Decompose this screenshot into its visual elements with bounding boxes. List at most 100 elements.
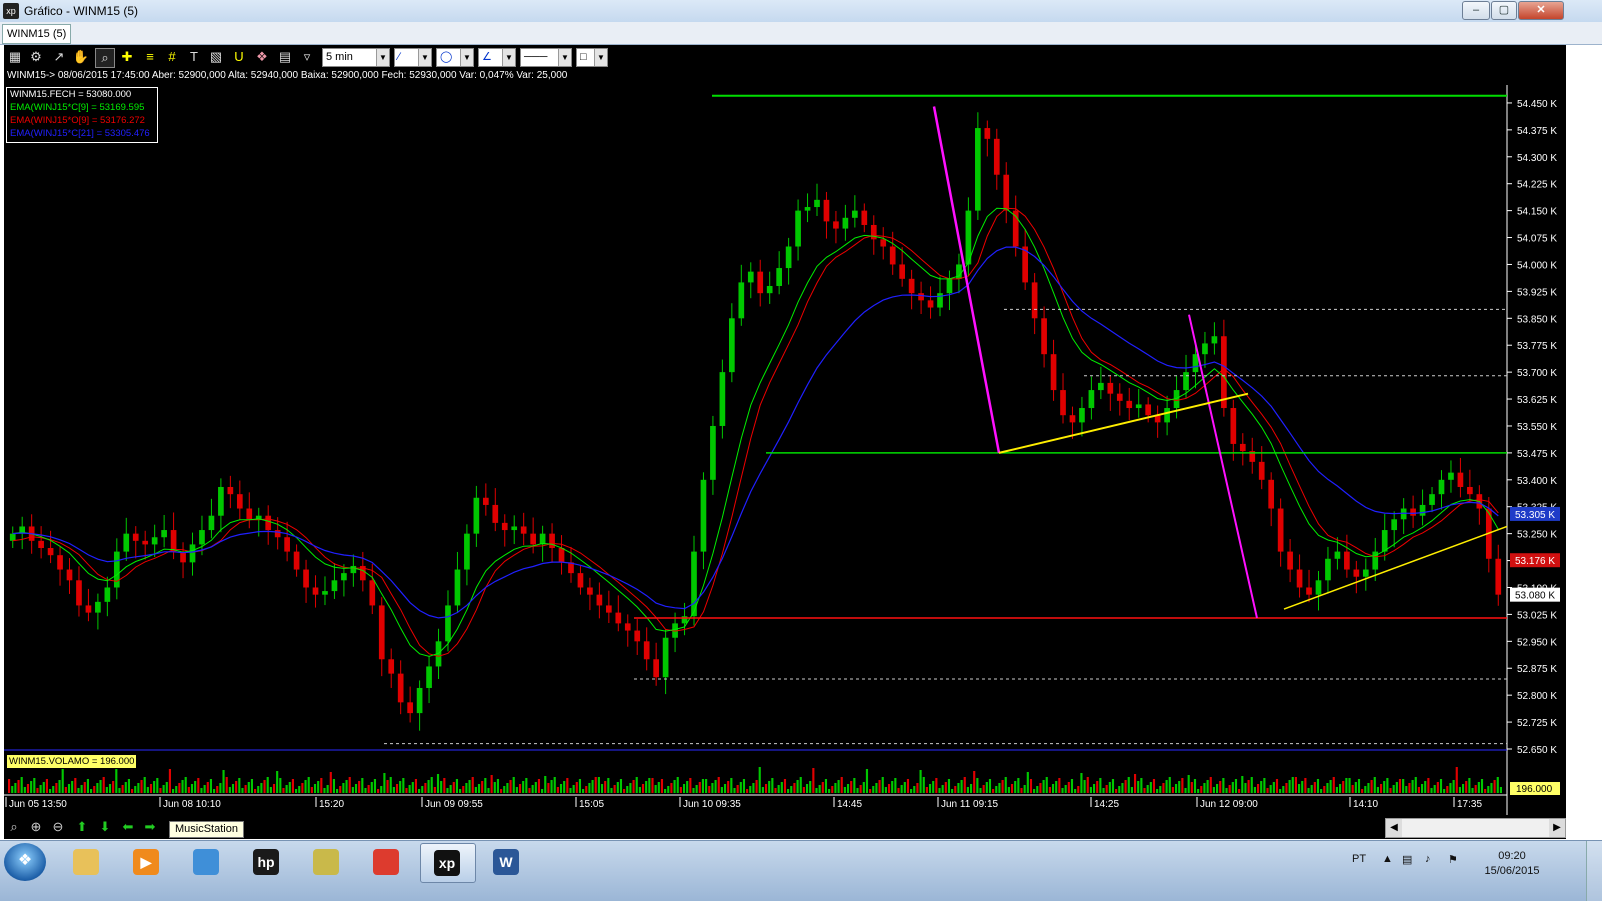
volume-bar bbox=[1376, 787, 1379, 793]
fan-tool-select[interactable]: ∠ ▼ bbox=[478, 48, 516, 67]
candle-body bbox=[870, 224, 877, 240]
arrow-right-icon[interactable]: ➡ bbox=[142, 819, 158, 835]
candle-body bbox=[1135, 404, 1142, 409]
volume-bar bbox=[1156, 789, 1159, 793]
close-button[interactable]: ✕ bbox=[1518, 1, 1564, 20]
interval-select[interactable]: 5 min ▼ bbox=[322, 48, 390, 67]
clipboard-icon[interactable]: ▤ bbox=[276, 48, 294, 66]
taskbar-app-printer[interactable] bbox=[300, 843, 354, 881]
volume-bar bbox=[93, 786, 96, 793]
text-icon[interactable]: T bbox=[185, 48, 203, 66]
y-tick-label: 53.250 K bbox=[1517, 530, 1557, 541]
gear-icon[interactable]: ⚙ bbox=[27, 48, 45, 66]
volume-bar bbox=[39, 785, 42, 793]
taskbar-app-xp-app[interactable]: xp bbox=[420, 843, 476, 883]
candle-body bbox=[1306, 587, 1312, 595]
volume-bar bbox=[383, 773, 386, 793]
taskbar-app-media-player[interactable]: ▶ bbox=[120, 843, 174, 881]
indicator-icon[interactable]: ↗ bbox=[50, 48, 68, 66]
color-select[interactable]: □ ▼ bbox=[576, 48, 608, 67]
candle-body bbox=[1287, 551, 1293, 570]
scroll-right-icon[interactable]: ▶ bbox=[1549, 819, 1565, 837]
chart-icon[interactable]: ▦ bbox=[6, 48, 24, 66]
y-tick-label: 54.150 K bbox=[1517, 207, 1557, 218]
magnet-icon[interactable]: U bbox=[230, 48, 248, 66]
tab-winm15[interactable]: WINM15 (5) bbox=[2, 24, 72, 44]
volume-bar bbox=[490, 775, 493, 793]
candle-body bbox=[766, 285, 773, 294]
language-indicator[interactable]: PT bbox=[1352, 853, 1366, 865]
minimize-button[interactable]: – bbox=[1462, 1, 1490, 20]
candlestick-chart[interactable]: 54.450 K 54.375 K 54.300 K 54.225 K 54.150 K… bbox=[4, 85, 1566, 831]
taskbar-app-word[interactable]: W bbox=[480, 843, 534, 881]
horizontal-scrollbar[interactable]: ◀ ▶ bbox=[1385, 818, 1566, 838]
start-button[interactable]: ❖ bbox=[4, 843, 46, 881]
volume-bar bbox=[1029, 779, 1033, 793]
line-tool-select[interactable]: ∕ ▼ bbox=[394, 48, 432, 67]
taskbar-app-explorer[interactable] bbox=[60, 843, 114, 881]
volume-bar bbox=[660, 779, 664, 793]
volume-bar bbox=[541, 789, 544, 793]
volume-bar bbox=[197, 778, 200, 793]
candle-body bbox=[1183, 372, 1189, 391]
volume-bar bbox=[310, 787, 313, 793]
show-hidden-icons-icon[interactable]: ▲ bbox=[1382, 853, 1393, 865]
candle-body bbox=[161, 530, 167, 538]
calculator-icon[interactable]: ▧ bbox=[207, 48, 225, 66]
maximize-button[interactable]: ▢ bbox=[1491, 1, 1517, 20]
volume-bar bbox=[506, 783, 509, 793]
volume-bar bbox=[1436, 782, 1439, 793]
candle-body bbox=[66, 569, 73, 581]
hand-icon[interactable]: ✋ bbox=[72, 48, 90, 66]
volume-bar bbox=[1351, 785, 1354, 793]
candle-body bbox=[1438, 479, 1445, 495]
line-icon[interactable]: ≡ bbox=[141, 48, 159, 66]
arrow-left-icon[interactable]: ⬅ bbox=[120, 819, 136, 835]
zoom-out-icon[interactable]: ⊖ bbox=[50, 819, 66, 835]
volume-bar bbox=[1266, 788, 1269, 793]
candle-body bbox=[861, 210, 868, 225]
volume-bar bbox=[127, 779, 131, 793]
show-desktop-button[interactable] bbox=[1586, 841, 1602, 901]
arrow-down-icon[interactable]: ⬇ bbox=[97, 819, 113, 835]
arrow-up-icon[interactable]: ⬆ bbox=[74, 819, 90, 835]
taskbar-app-network[interactable] bbox=[180, 843, 234, 881]
volume-bar bbox=[1004, 777, 1007, 793]
system-clock[interactable]: 09:20 15/06/2015 bbox=[1472, 849, 1552, 879]
volume-bar bbox=[14, 783, 17, 793]
volume-bar bbox=[629, 783, 632, 793]
grid-icon[interactable]: # bbox=[163, 48, 181, 66]
filter-icon[interactable]: ▿ bbox=[298, 48, 316, 66]
volume-bar bbox=[667, 786, 670, 793]
candle-body bbox=[492, 504, 499, 523]
volume-bar bbox=[336, 789, 339, 793]
scroll-left-icon[interactable]: ◀ bbox=[1386, 819, 1402, 837]
zoom-in-icon[interactable]: ⊕ bbox=[28, 819, 44, 835]
zoom-icon[interactable]: ⌕ bbox=[95, 48, 115, 68]
taskbar-app-hp[interactable]: hp bbox=[240, 843, 294, 881]
signal-icon[interactable]: ▤ bbox=[1402, 853, 1412, 866]
volume-bar bbox=[1203, 783, 1206, 793]
volume-bar bbox=[1133, 774, 1137, 793]
ellipse-tool-select[interactable]: ◯ ▼ bbox=[436, 48, 474, 67]
tag-icon[interactable]: ❖ bbox=[253, 48, 271, 66]
candle-body bbox=[1410, 508, 1416, 516]
volume-icon[interactable]: ♪ bbox=[1425, 853, 1431, 865]
candle-body bbox=[227, 486, 234, 495]
crosshair-icon[interactable]: ✚ bbox=[118, 48, 136, 66]
candle-body bbox=[984, 128, 991, 139]
line-style-select[interactable]: ─── ▼ bbox=[520, 48, 572, 67]
volume-bar bbox=[99, 780, 102, 793]
volume-bar bbox=[1405, 786, 1408, 793]
volume-bar bbox=[717, 777, 720, 793]
zoom-reset-icon[interactable]: ⌕ bbox=[6, 819, 22, 835]
action-center-icon[interactable]: ⚑ bbox=[1448, 853, 1458, 866]
volume-bar bbox=[1219, 781, 1222, 793]
volume-bar bbox=[632, 780, 635, 793]
volume-bar bbox=[1231, 782, 1234, 793]
taskbar-app-chrome[interactable] bbox=[360, 843, 414, 881]
volume-bar bbox=[572, 785, 575, 793]
volume-bar bbox=[657, 782, 660, 793]
candle-body bbox=[1211, 336, 1218, 344]
volume-bar bbox=[33, 778, 36, 793]
